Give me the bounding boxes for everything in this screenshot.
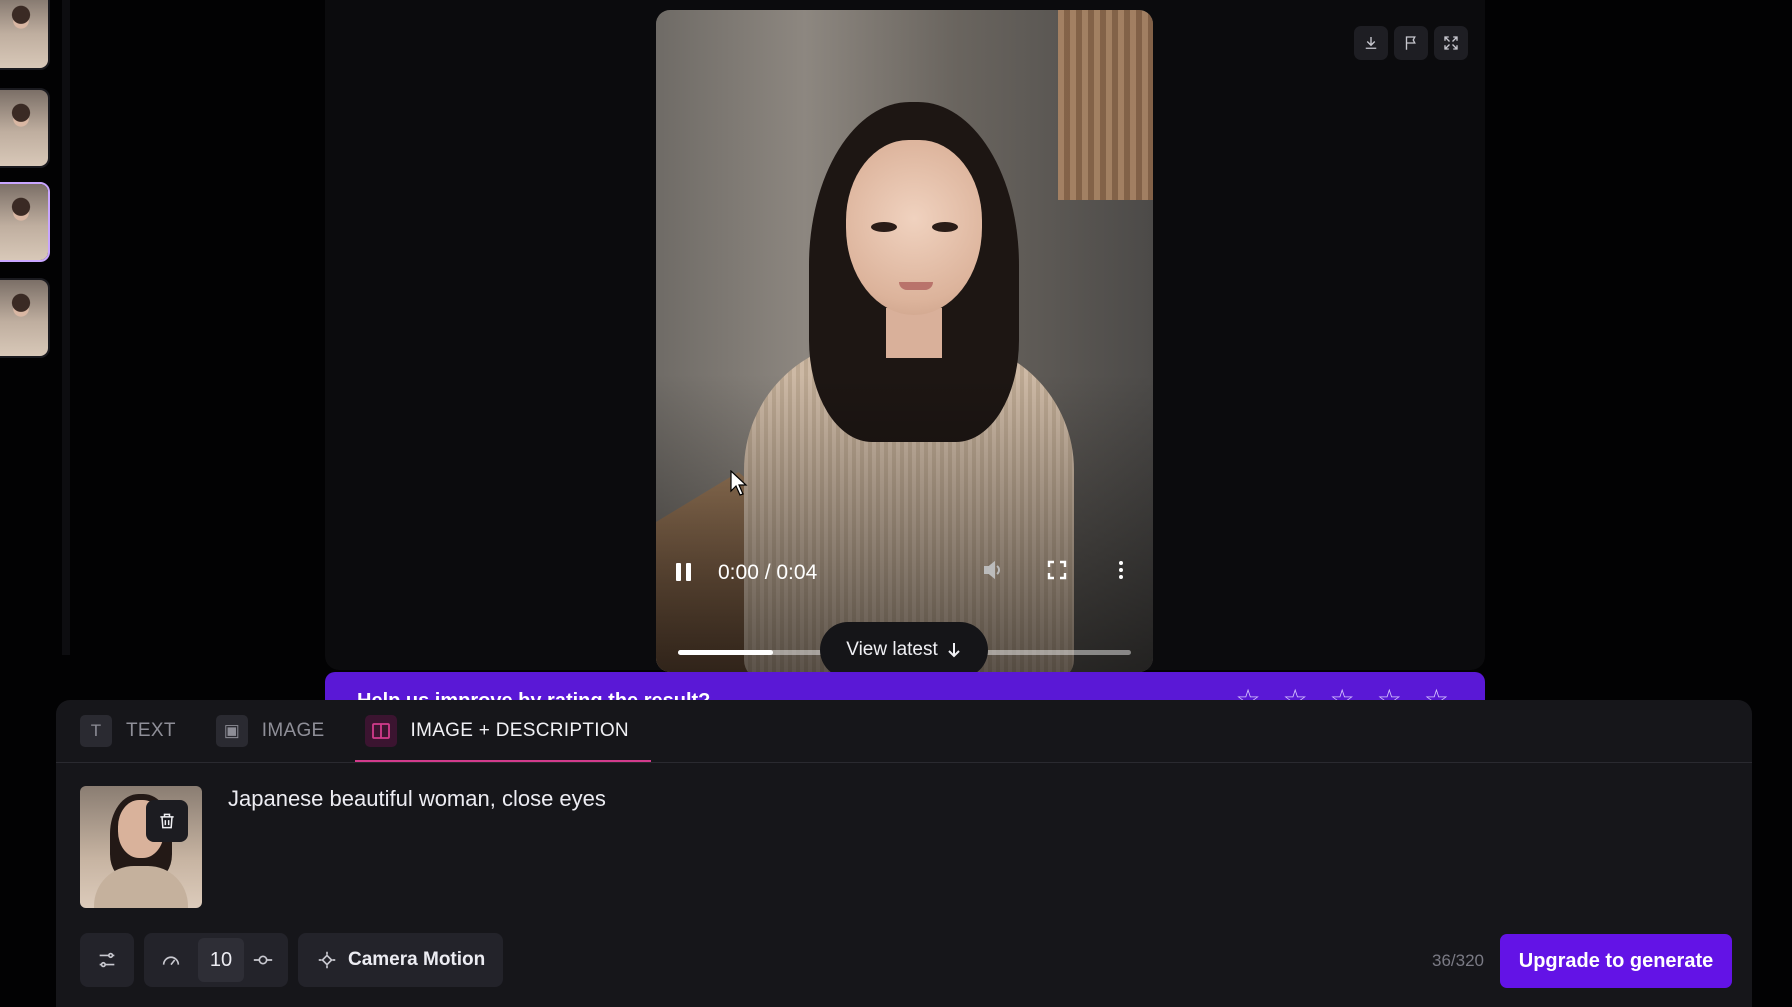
character-counter: 36/320 — [1432, 951, 1484, 970]
flag-button[interactable] — [1394, 26, 1428, 60]
tab-image[interactable]: ▣ IMAGE — [215, 700, 347, 762]
motion-slider-toggle[interactable] — [244, 949, 282, 971]
speedometer-icon — [162, 956, 180, 966]
motion-value[interactable]: 10 — [198, 938, 244, 982]
trash-icon — [160, 813, 174, 829]
flag-icon — [1405, 36, 1416, 50]
video-progress-fill — [678, 650, 774, 655]
split-panel-icon — [364, 715, 397, 747]
upgrade-to-generate-button[interactable]: Upgrade to generate — [1500, 934, 1732, 988]
tab-text[interactable]: T TEXT — [80, 700, 198, 762]
expand-button[interactable] — [1434, 26, 1468, 60]
rail-divider — [62, 0, 70, 655]
sliders-icon — [99, 952, 115, 968]
app-root: 0:00 / 0:04 View latest Help us improve — [0, 0, 1792, 1007]
prompt-input[interactable]: Japanese beautiful woman, close eyes — [228, 786, 606, 812]
generation-controls: 10 Camera Motion — [80, 933, 504, 987]
more-options-button[interactable] — [1109, 558, 1133, 587]
tab-image-description[interactable]: IMAGE + DESCRIPTION — [354, 700, 652, 762]
camera-motion-icon — [318, 951, 336, 969]
history-thumbnail-selected[interactable] — [0, 182, 50, 262]
video-time: 0:00 / 0:04 — [718, 560, 818, 584]
slider-icon — [253, 955, 273, 965]
tabs-divider — [56, 762, 1752, 763]
mouse-cursor-icon — [730, 469, 748, 501]
history-thumbnail[interactable] — [0, 278, 50, 358]
view-latest-label: View latest — [846, 639, 938, 660]
camera-motion-label: Camera Motion — [348, 949, 486, 970]
remove-image-button[interactable] — [146, 800, 188, 842]
pause-button[interactable] — [676, 562, 696, 583]
preview-toolbar — [1354, 26, 1468, 60]
download-button[interactable] — [1354, 26, 1388, 60]
image-icon: ▣ — [215, 715, 248, 747]
expand-icon — [1444, 36, 1458, 50]
text-icon: T — [80, 715, 112, 747]
fullscreen-button[interactable] — [1045, 558, 1069, 587]
tab-image-label: IMAGE — [261, 720, 325, 741]
more-vertical-icon — [1119, 561, 1123, 579]
volume-button[interactable] — [981, 558, 1005, 587]
history-rail — [0, 0, 56, 1007]
history-thumbnail[interactable] — [0, 88, 50, 168]
download-icon — [1365, 37, 1377, 49]
motion-strength-control: 10 — [144, 933, 288, 987]
history-thumbnail[interactable] — [0, 0, 50, 70]
fullscreen-icon — [1047, 560, 1067, 580]
camera-motion-button[interactable]: Camera Motion — [298, 933, 504, 987]
prompt-panel: T TEXT ▣ IMAGE IMAGE + DESCRIPTION Japan… — [56, 700, 1752, 1007]
tab-image-description-label: IMAGE + DESCRIPTION — [410, 720, 629, 741]
video-player[interactable]: 0:00 / 0:04 — [656, 10, 1153, 672]
mode-tabs: T TEXT ▣ IMAGE IMAGE + DESCRIPTION — [80, 700, 669, 762]
settings-button[interactable] — [80, 933, 134, 987]
reference-image[interactable] — [80, 786, 202, 908]
motion-button[interactable] — [144, 949, 198, 971]
tab-text-label: TEXT — [126, 720, 176, 741]
view-latest-button[interactable]: View latest — [820, 622, 988, 678]
volume-icon — [984, 560, 1000, 580]
arrow-down-icon — [948, 643, 960, 658]
